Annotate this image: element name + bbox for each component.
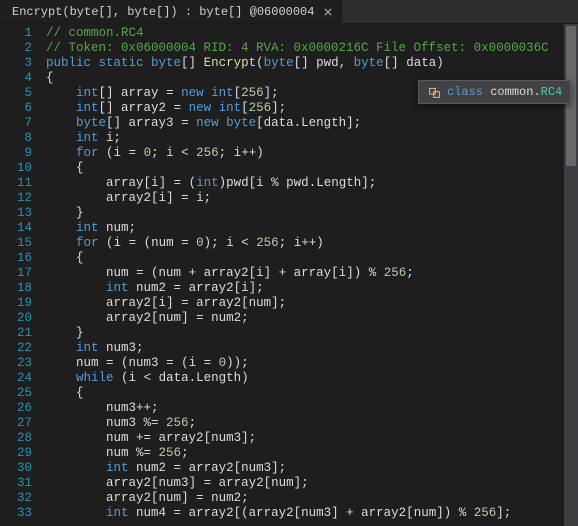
code-line[interactable]: int num4 = array2[(array2[num3] + array2… (46, 506, 578, 521)
line-number: 32 (0, 491, 32, 506)
tab-title: Encrypt(byte[], byte[]) : byte[] @060000… (12, 5, 314, 19)
code-line[interactable]: array[i] = (int)pwd[i % pwd.Length]; (46, 176, 578, 191)
code-line[interactable]: public static byte[] Encrypt(byte[] pwd,… (46, 56, 578, 71)
tooltip-keyword: class (447, 85, 483, 99)
line-number: 5 (0, 86, 32, 101)
code-line[interactable]: num3 %= 256; (46, 416, 578, 431)
line-number: 31 (0, 476, 32, 491)
line-number-gutter: 1234567891011121314151617181920212223242… (0, 24, 40, 526)
code-line[interactable]: num = (num + array2[i] + array[i]) % 256… (46, 266, 578, 281)
line-number: 16 (0, 251, 32, 266)
code-line[interactable]: { (46, 161, 578, 176)
line-number: 22 (0, 341, 32, 356)
code-line[interactable]: { (46, 386, 578, 401)
code-line[interactable]: for (i = (num = 0); i < 256; i++) (46, 236, 578, 251)
line-number: 28 (0, 431, 32, 446)
code-line[interactable]: num %= 256; (46, 446, 578, 461)
line-number: 18 (0, 281, 32, 296)
code-line[interactable]: array2[i] = array2[num]; (46, 296, 578, 311)
line-number: 8 (0, 131, 32, 146)
code-line[interactable]: int i; (46, 131, 578, 146)
line-number: 33 (0, 506, 32, 521)
tab-bar: Encrypt(byte[], byte[]) : byte[] @060000… (0, 0, 578, 24)
line-number: 11 (0, 176, 32, 191)
code-line[interactable]: } (46, 326, 578, 341)
line-number: 21 (0, 326, 32, 341)
code-line[interactable]: byte[] array3 = new byte[data.Length]; (46, 116, 578, 131)
code-line[interactable]: // Token: 0x06000004 RID: 4 RVA: 0x00002… (46, 41, 578, 56)
tooltip-classname: RC4 (541, 85, 563, 99)
code-line[interactable]: array2[num3] = array2[num]; (46, 476, 578, 491)
line-number: 20 (0, 311, 32, 326)
line-number: 25 (0, 386, 32, 401)
code-line[interactable]: } (46, 206, 578, 221)
line-number: 10 (0, 161, 32, 176)
line-number: 14 (0, 221, 32, 236)
line-number: 6 (0, 101, 32, 116)
code-editor[interactable]: 1234567891011121314151617181920212223242… (0, 24, 578, 526)
class-icon (427, 85, 441, 99)
line-number: 9 (0, 146, 32, 161)
line-number: 17 (0, 266, 32, 281)
line-number: 12 (0, 191, 32, 206)
code-line[interactable]: // common.RC4 (46, 26, 578, 41)
line-number: 15 (0, 236, 32, 251)
code-line[interactable]: num = (num3 = (i = 0)); (46, 356, 578, 371)
code-line[interactable]: while (i < data.Length) (46, 371, 578, 386)
code-line[interactable]: array2[num] = num2; (46, 491, 578, 506)
line-number: 4 (0, 71, 32, 86)
line-number: 24 (0, 371, 32, 386)
line-number: 7 (0, 116, 32, 131)
tooltip-text: class common.RC4 (447, 85, 562, 99)
line-number: 1 (0, 26, 32, 41)
line-number: 3 (0, 56, 32, 71)
line-number: 23 (0, 356, 32, 371)
code-line[interactable]: num3++; (46, 401, 578, 416)
code-line[interactable]: array2[num] = num2; (46, 311, 578, 326)
code-line[interactable]: int num2 = array2[i]; (46, 281, 578, 296)
line-number: 26 (0, 401, 32, 416)
line-number: 13 (0, 206, 32, 221)
code-line[interactable]: int num; (46, 221, 578, 236)
line-number: 29 (0, 446, 32, 461)
line-number: 2 (0, 41, 32, 56)
code-line[interactable]: int num2 = array2[num3]; (46, 461, 578, 476)
tooltip-namespace: common (490, 85, 533, 99)
code-line[interactable]: num += array2[num3]; (46, 431, 578, 446)
code-line[interactable]: { (46, 251, 578, 266)
code-line[interactable]: for (i = 0; i < 256; i++) (46, 146, 578, 161)
line-number: 19 (0, 296, 32, 311)
hover-tooltip: class common.RC4 (418, 80, 571, 104)
code-line[interactable]: int num3; (46, 341, 578, 356)
close-icon[interactable] (322, 6, 334, 18)
line-number: 27 (0, 416, 32, 431)
code-line[interactable]: array2[i] = i; (46, 191, 578, 206)
editor-tab[interactable]: Encrypt(byte[], byte[]) : byte[] @060000… (0, 0, 343, 23)
line-number: 30 (0, 461, 32, 476)
